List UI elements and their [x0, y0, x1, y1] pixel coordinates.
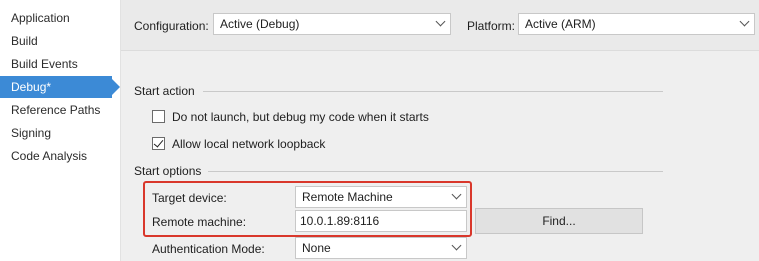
sidebar-item-label: Reference Paths — [11, 103, 101, 117]
allow-loopback-checkbox[interactable] — [152, 137, 165, 150]
chevron-down-icon — [451, 240, 462, 251]
configuration-bar: Configuration: Active (Debug) Platform: … — [121, 0, 759, 51]
platform-label: Platform: — [467, 19, 516, 33]
sidebar-item-label: Signing — [11, 126, 52, 140]
sidebar-item-label: Debug* — [11, 80, 52, 94]
authentication-mode-label: Authentication Mode: — [152, 242, 265, 256]
target-device-label: Target device: — [152, 191, 227, 205]
target-device-value: Remote Machine — [302, 190, 393, 204]
find-button[interactable]: Find... — [475, 208, 643, 234]
chevron-down-icon — [451, 189, 462, 200]
configuration-label: Configuration: — [134, 19, 209, 33]
sidebar-item-code-analysis[interactable]: Code Analysis — [0, 145, 120, 167]
authentication-mode-value: None — [302, 241, 331, 255]
platform-value: Active (ARM) — [525, 17, 596, 31]
start-options-heading: Start options — [134, 164, 202, 178]
sidebar-item-build[interactable]: Build — [0, 30, 120, 52]
sidebar-item-label: Build Events — [11, 57, 78, 71]
platform-dropdown[interactable]: Active (ARM) — [518, 13, 755, 35]
start-action-divider — [203, 91, 663, 92]
sidebar-item-debug[interactable]: Debug* — [0, 76, 120, 98]
sidebar-item-application[interactable]: Application — [0, 7, 120, 29]
sidebar-item-label: Application — [11, 11, 70, 25]
remote-machine-input[interactable]: 10.0.1.89:8116 — [295, 210, 467, 232]
selection-arrow-icon — [112, 79, 120, 95]
start-action-heading: Start action — [134, 84, 195, 98]
remote-machine-label: Remote machine: — [152, 215, 247, 229]
chevron-down-icon — [739, 16, 750, 27]
debug-settings-panel: Configuration: Active (Debug) Platform: … — [121, 0, 759, 261]
sidebar-item-label: Code Analysis — [11, 149, 88, 163]
start-options-divider — [208, 171, 663, 172]
property-pages-sidebar: Application Build Build Events Debug* Re… — [0, 0, 120, 261]
do-not-launch-label: Do not launch, but debug my code when it… — [172, 110, 429, 124]
allow-loopback-label: Allow local network loopback — [172, 137, 326, 151]
configuration-value: Active (Debug) — [220, 17, 300, 31]
configuration-dropdown[interactable]: Active (Debug) — [213, 13, 451, 35]
do-not-launch-checkbox[interactable] — [152, 110, 165, 123]
remote-machine-value: 10.0.1.89:8116 — [300, 214, 380, 228]
sidebar-item-signing[interactable]: Signing — [0, 122, 120, 144]
sidebar-item-reference-paths[interactable]: Reference Paths — [0, 99, 120, 121]
sidebar-item-build-events[interactable]: Build Events — [0, 53, 120, 75]
chevron-down-icon — [435, 16, 446, 27]
target-device-dropdown[interactable]: Remote Machine — [295, 186, 467, 208]
sidebar-item-label: Build — [11, 34, 38, 48]
authentication-mode-dropdown[interactable]: None — [295, 237, 467, 259]
find-button-label: Find... — [542, 214, 576, 228]
checkmark-icon — [153, 137, 164, 148]
